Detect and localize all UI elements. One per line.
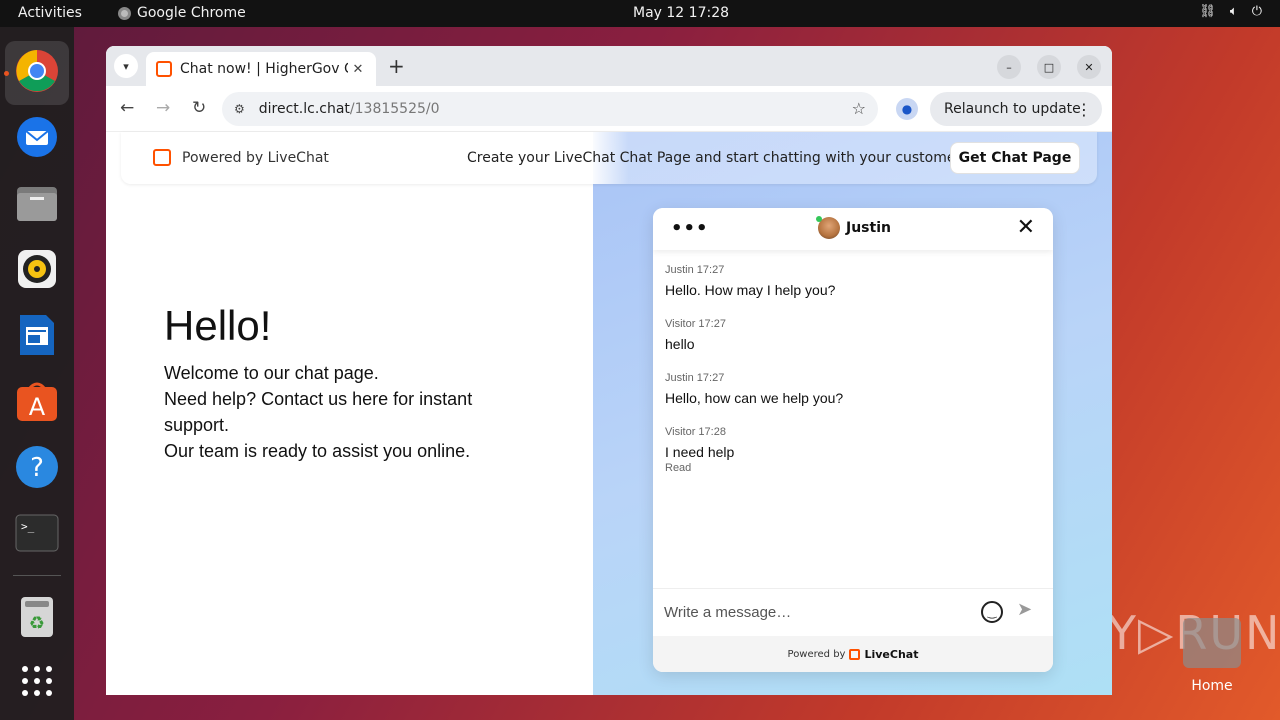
activities-button[interactable]: Activities [18,5,82,21]
dock: A ? >_ ♻ [0,27,74,720]
forward-button[interactable]: → [156,98,170,118]
message: Visitor 17:27 hello [665,318,1035,352]
message: Visitor 17:28 I need help Read [665,426,1035,474]
livechat-mini-logo-icon [849,648,861,660]
home-folder-icon [1183,618,1241,668]
svg-text:?: ? [30,453,44,483]
welcome-line-2: Need help? Contact us here for instant s… [164,389,473,435]
more-options-icon[interactable]: ••• [671,218,709,239]
url-path: /13815525/0 [349,101,440,117]
files-icon[interactable] [13,179,61,227]
running-indicator [4,71,9,76]
agent-avatar [816,216,840,239]
tab-title: Chat now! | HigherGov C [180,61,348,77]
reload-button[interactable]: ↻ [192,98,206,118]
profile-avatar-icon[interactable]: ● [896,98,918,120]
address-bar[interactable]: ⚙ direct.lc.chat/13815525/0 ☆ [222,92,878,126]
help-icon[interactable]: ? [13,443,61,491]
relaunch-button[interactable]: Relaunch to update ⋮ [930,92,1102,126]
power-icon: ⏻ [1251,4,1262,19]
kebab-menu-icon[interactable]: ⋮ [1076,100,1092,119]
agent-name: Justin [846,220,891,236]
terminal-icon[interactable]: >_ [13,509,61,557]
app-name: Google Chrome [137,5,246,21]
chat-footer: Powered by LiveChat [653,636,1053,672]
message-meta: Justin 17:27 [665,264,725,276]
trash-icon[interactable]: ♻ [13,593,61,641]
maximize-button[interactable]: □ [1037,55,1061,79]
browser-toolbar: ← → ↻ ⚙ direct.lc.chat/13815525/0 ☆ ● Re… [106,86,1112,132]
close-chat-icon[interactable]: ✕ [1017,215,1035,240]
svg-text:♻: ♻ [29,613,45,634]
network-icon: ⛓ [1199,4,1216,19]
close-window-button[interactable]: ✕ [1077,55,1101,79]
message-input[interactable]: Write a message… [664,604,791,621]
banner-cta-text: Create your LiveChat Chat Page and start… [467,150,973,166]
writer-icon[interactable] [13,311,61,359]
livechat-logo-icon [153,149,171,166]
rhythmbox-icon[interactable] [13,245,61,293]
tab-active[interactable]: Chat now! | HigherGov C ✕ [146,52,376,86]
new-tab-button[interactable]: + [388,54,405,78]
emoji-icon[interactable]: ‿ [981,601,1003,623]
message: Justin 17:27 Hello, how can we help you? [665,372,1035,406]
chrome-icon[interactable] [13,47,61,95]
top-bar: Activities Google Chrome May 12 17:28 ⛓ … [0,0,1280,27]
site-info-icon[interactable]: ⚙ [234,102,245,116]
chevron-down-icon: ▾ [123,59,129,73]
url-host: direct.lc.chat [258,101,350,117]
welcome-text: Welcome to our chat page. Need help? Con… [164,360,524,464]
message-text: I need help [665,444,735,460]
chat-widget: ••• Justin ✕ Justin 17:27 Hello. How may… [653,208,1053,672]
page-content: Powered by LiveChat Create your LiveChat… [106,132,1112,695]
chat-header: ••• Justin ✕ [653,208,1053,250]
relaunch-label: Relaunch to update [944,101,1081,117]
browser-window: ▾ Chat now! | HigherGov C ✕ + – □ ✕ ← → … [106,46,1112,695]
livechat-banner: Powered by LiveChat Create your LiveChat… [121,132,1097,184]
tab-close-icon[interactable]: ✕ [348,62,368,77]
message-meta: Justin 17:27 [665,372,725,384]
svg-text:A: A [29,393,46,421]
message-text: Hello, how can we help you? [665,390,844,406]
message-meta: Visitor 17:27 [665,318,726,330]
home-folder[interactable]: Home [1183,618,1241,694]
minimize-button[interactable]: – [997,55,1021,79]
volume-icon: 🔈︎ [1229,4,1238,19]
agent-info: Justin [816,216,891,239]
tab-strip: ▾ Chat now! | HigherGov C ✕ + – □ ✕ [106,46,1112,86]
app-menu[interactable]: Google Chrome [118,5,246,21]
livechat-favicon-icon [156,61,172,77]
software-icon[interactable]: A [13,377,61,425]
svg-text:>_: >_ [21,520,35,533]
get-chat-page-button[interactable]: Get Chat Page [950,142,1080,174]
home-label: Home [1191,678,1233,694]
system-tray[interactable]: ⛓ 🔈︎ ⏻ [1199,4,1262,19]
footer-powered-text: Powered by [787,648,846,660]
page-heading: Hello! [164,302,272,349]
message-text: hello [665,336,695,352]
message-meta: Visitor 17:28 [665,426,726,438]
read-receipt: Read [665,462,692,474]
message-text: Hello. How may I help you? [665,282,836,298]
thunderbird-icon[interactable] [13,113,61,161]
tab-search-button[interactable]: ▾ [114,54,138,78]
welcome-line-3: Our team is ready to assist you online. [164,441,471,461]
dock-separator [13,575,61,576]
back-button[interactable]: ← [120,98,134,118]
welcome-line-1: Welcome to our chat page. [164,363,379,383]
message-list: Justin 17:27 Hello. How may I help you? … [665,264,1035,488]
message: Justin 17:27 Hello. How may I help you? [665,264,1035,298]
apps-grid-icon[interactable] [13,657,61,705]
send-icon[interactable]: ➤ [1017,599,1032,620]
chrome-small-icon [118,6,131,20]
powered-by-text[interactable]: Powered by LiveChat [182,150,329,166]
bookmark-star-icon[interactable]: ☆ [852,99,866,118]
message-composer: Write a message… ‿ ➤ [653,588,1053,636]
clock[interactable]: May 12 17:28 [633,5,729,21]
footer-brand[interactable]: LiveChat [864,648,918,661]
